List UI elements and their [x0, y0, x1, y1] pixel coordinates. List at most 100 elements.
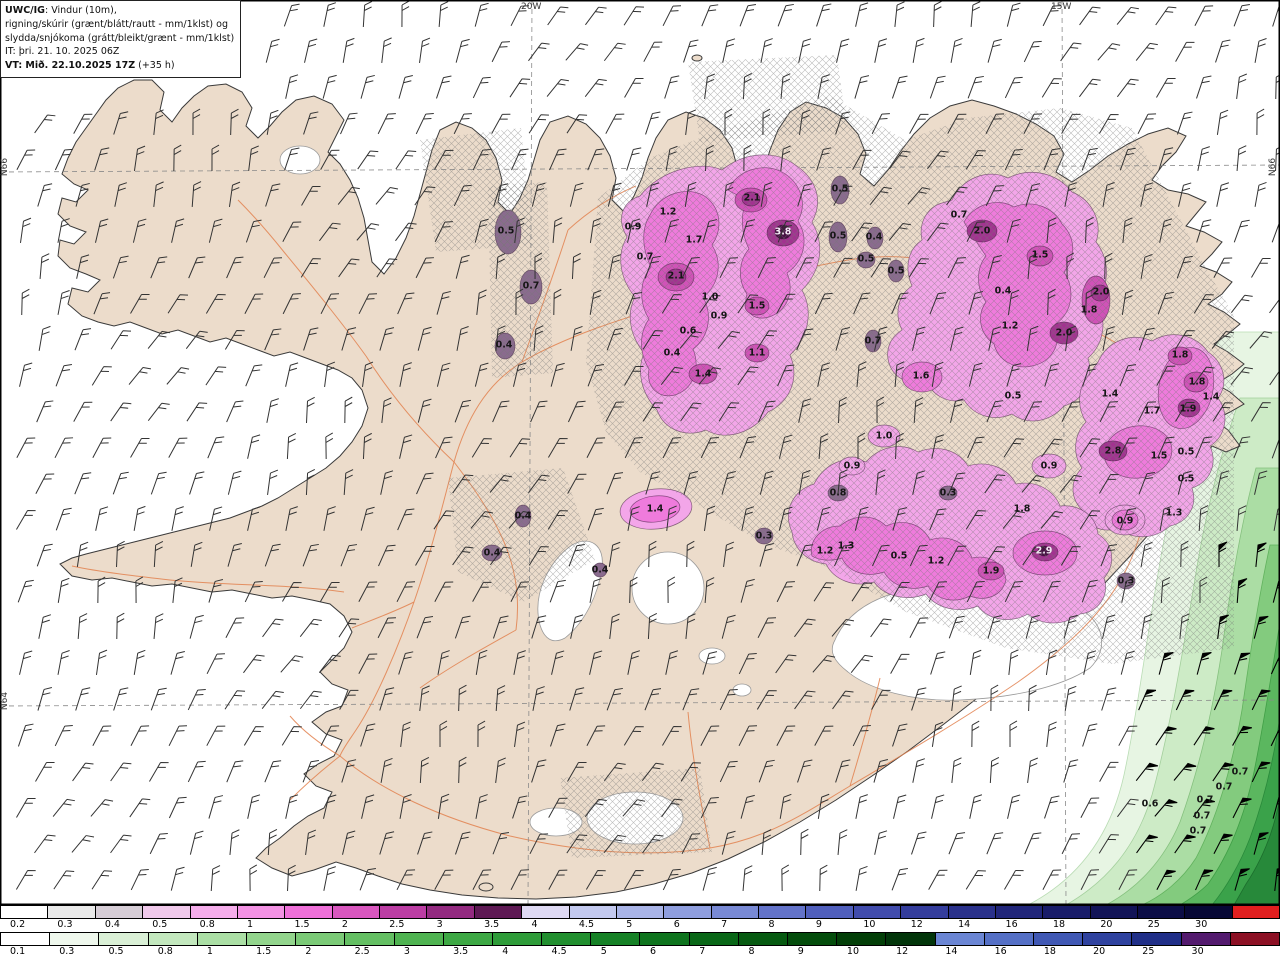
lat-label-left-upper: N66 [0, 157, 11, 177]
weather-map-stage: UWC/IG: Vindur (10m), rigning/skúrir (gr… [0, 0, 1280, 960]
snow-scale-segment [853, 906, 902, 918]
rain-scale-segment [345, 933, 395, 945]
rain-scale-segment [984, 933, 1034, 945]
rain-scale-tick-label: 1 [206, 946, 213, 957]
map-title-box: UWC/IG: Vindur (10m), rigning/skúrir (gr… [0, 0, 242, 78]
rain-scale-segment [640, 933, 690, 945]
rain-scale-tick-label: 1.5 [256, 946, 272, 957]
rain-scale-segment [443, 933, 493, 945]
snow-scale-tick-label: 4 [531, 919, 538, 930]
title-line-1: UWC/IG: Vindur (10m), [5, 4, 234, 18]
snow-scale-segment [285, 906, 333, 918]
weather-map [0, 0, 1280, 905]
rain-scale-tick-label: 18 [1043, 946, 1056, 957]
rain-scale-bar [0, 932, 1280, 946]
rain-scale-tick-label: 3.5 [453, 946, 469, 957]
rain-scale-segment [394, 933, 444, 945]
lat-label-left-lower: N64 [0, 691, 11, 711]
snow-scale-segment [948, 906, 996, 918]
title-line-1-rest: : Vindur (10m), [44, 5, 117, 16]
rain-scale-tick-label: 8 [748, 946, 755, 957]
snow-scale-segment [190, 906, 238, 918]
snow-scale-segment [237, 906, 286, 918]
rain-scale-segment [788, 933, 838, 945]
rain-scale-segment [837, 933, 887, 945]
title-line-3: slydda/snjókoma (grátt/bleikt/grænt - mm… [5, 32, 235, 44]
rain-scale-segment [689, 933, 739, 945]
snow-scale-bar [0, 905, 1280, 919]
snow-scale-tick-label: 5 [626, 919, 633, 930]
snow-scale-tick-label: 30 [1195, 919, 1208, 930]
rain-scale-segment [886, 933, 936, 945]
snow-scale-tick-label: 7 [721, 919, 728, 930]
snow-scale-tick-label: 0.4 [104, 919, 120, 930]
vestmannaeyjar-island [478, 882, 494, 892]
snow-scale-tick-label: 10 [863, 919, 876, 930]
snow-scale-tick-label: 1 [247, 919, 254, 930]
snow-scale-tick-label: 12 [910, 919, 923, 930]
rain-scale-tick-label: 3 [403, 946, 410, 957]
rain-scale-tick-label: 16 [994, 946, 1007, 957]
snow-scale-tick-label: 8 [768, 919, 775, 930]
snow-scale-segment [522, 906, 570, 918]
rain-scale-segment [1181, 933, 1231, 945]
rain-scale-segment [246, 933, 297, 945]
rain-scale-tick-label: 12 [896, 946, 909, 957]
snow-scale-segment [332, 906, 380, 918]
rain-scale-segment [197, 933, 247, 945]
valid-time-bold: VT: Mið. 22.10.2025 17Z [5, 60, 136, 72]
rain-scale-tick-label: 20 [1093, 946, 1106, 957]
title-line-2: rigning/skúrir (grænt/blátt/rautt - mm/1… [5, 18, 228, 30]
model-id: UWC/IG [5, 5, 45, 16]
snow-scale-segment [806, 906, 854, 918]
snow-scale-tick-label: 20 [1100, 919, 1113, 930]
rain-scale-tick-label: 25 [1142, 946, 1155, 957]
rain-scale-segment [591, 933, 641, 945]
snow-scale-segment [1, 906, 49, 918]
rain-scale-tick-label: 5 [600, 946, 607, 957]
snow-scale-segment [759, 906, 807, 918]
snow-scale-tick-label: 16 [1005, 919, 1018, 930]
snow-scale-segment [1232, 906, 1280, 918]
rain-scale-tick-label: 10 [846, 946, 860, 957]
snow-scale-tick-label: 3.5 [484, 919, 500, 930]
rain-scale-tick-label: 0.8 [157, 946, 173, 957]
grimsey-island [691, 54, 703, 62]
rain-scale-tick-labels: 0.1 0.3 0.5 0.8 1 1.5 2 2.5 3 3.5 4 4.5 5 6 7 8 9 10 12 14 1… [0, 946, 1280, 959]
snow-scale-segment [427, 906, 475, 918]
rain-scale-segment [1132, 933, 1182, 945]
rain-scale-segment [1033, 933, 1084, 945]
rain-scale-segment [148, 933, 198, 945]
snow-scale-segment [664, 906, 712, 918]
snow-scale-segment [569, 906, 617, 918]
snow-scale-segment [143, 906, 191, 918]
snow-scale-segment [901, 906, 949, 918]
rain-scale-tick-label: 0.5 [108, 946, 124, 957]
rain-scale-tick-label: 9 [797, 946, 804, 957]
lon-label-20w: 20W [521, 2, 542, 12]
snow-scale-segment [1185, 906, 1233, 918]
rain-scale-tick-label: 14 [945, 946, 958, 957]
snow-scale-tick-label: 14 [958, 919, 971, 930]
color-scales: 0.2 0.3 0.4 0.5 0.8 1 1.5 2 2.5 3 3.5 4 4.5 5 6 7 8 9 10 12… [0, 905, 1280, 960]
snow-scale-tick-label: 18 [1052, 919, 1066, 930]
snow-scale-segment [995, 906, 1044, 918]
rain-scale-segment [296, 933, 346, 945]
snow-scale-tick-label: 25 [1147, 919, 1160, 930]
snow-scale-segment [1043, 906, 1091, 918]
lon-label-15w: 15W [1051, 2, 1072, 12]
rain-scale-segment [1083, 933, 1133, 945]
snow-scale-tick-label: 4.5 [578, 919, 594, 930]
valid-time-line: VT: Mið. 22.10.2025 17Z (+35 h) [5, 59, 234, 73]
rain-scale-tick-label: 4 [502, 946, 509, 957]
snow-scale-tick-label: 0.3 [57, 919, 73, 930]
snow-scale-tick-label: 2.5 [389, 919, 405, 930]
rain-scale-segment [492, 933, 543, 945]
snow-scale-segment [95, 906, 144, 918]
rain-scale-tick-label: 6 [650, 946, 657, 957]
snow-scale-segment [48, 906, 96, 918]
snow-scale-segment [1138, 906, 1186, 918]
snow-scale-tick-label: 3 [436, 919, 443, 930]
rain-scale-tick-label: 30 [1191, 946, 1204, 957]
rain-scale-segment [1230, 933, 1280, 945]
